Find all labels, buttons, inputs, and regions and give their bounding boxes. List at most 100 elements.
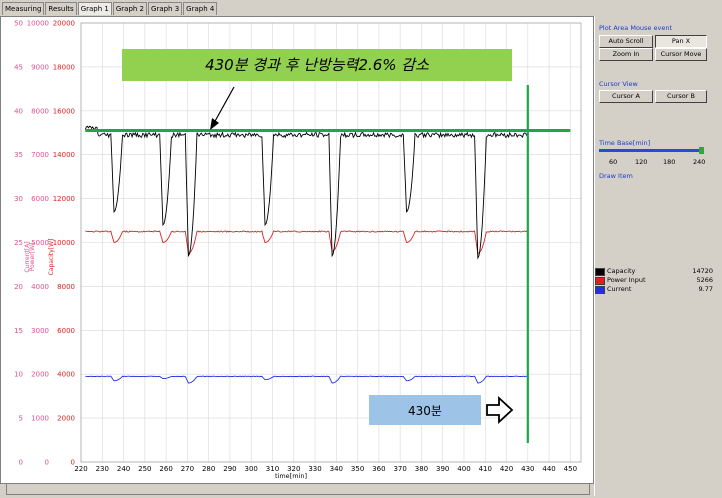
- cursor-move-button[interactable]: Cursor Move: [655, 48, 707, 61]
- y-tick-label: 4000: [57, 371, 75, 379]
- y-tick-label: 20000: [53, 20, 75, 28]
- x-tick-label: 440: [542, 465, 555, 473]
- time-base-tick: 180: [663, 158, 676, 166]
- y-tick-label: 45: [14, 63, 23, 71]
- x-tick-label: 270: [181, 465, 194, 473]
- y-tick-label: 10000: [27, 20, 49, 28]
- tab-results[interactable]: Results: [45, 2, 77, 15]
- y-tick-label: 16000: [53, 107, 75, 115]
- annotation-box-text: 430분: [408, 404, 442, 418]
- cursor-view-title: Cursor View: [599, 80, 638, 88]
- tab-measuring[interactable]: Measuring: [2, 2, 45, 15]
- legend-item-capacity[interactable]: Capacity 14720: [595, 267, 715, 276]
- x-tick-label: 330: [308, 465, 321, 473]
- y-tick-label: 8000: [31, 107, 49, 115]
- y-tick-label: 25: [14, 239, 23, 247]
- zoom-in-button[interactable]: Zoom In: [599, 48, 653, 61]
- time-base-title: Time Base[min]: [599, 139, 651, 147]
- series-line-capacity: [84, 125, 529, 260]
- x-tick-label: 300: [245, 465, 258, 473]
- x-tick-label: 350: [351, 465, 364, 473]
- annotation-arrow-head: [210, 118, 219, 130]
- y-tick-label: 6000: [31, 195, 49, 203]
- y-axis-title: Capacity[W]: [48, 239, 55, 276]
- y-tick-label: 9000: [31, 63, 49, 71]
- draw-item-title: Draw Item: [599, 172, 633, 180]
- y-tick-label: 8000: [57, 283, 75, 291]
- y-tick-label: 3000: [31, 327, 49, 335]
- y-tick-label: 6000: [57, 327, 75, 335]
- y-tick-label: 18000: [53, 63, 75, 71]
- y-tick-label: 2000: [57, 415, 75, 423]
- right-panel: Plot Area Mouse event Auto Scroll Pan X …: [594, 16, 721, 496]
- y-tick-label: 35: [14, 151, 23, 159]
- auto-scroll-button[interactable]: Auto Scroll: [599, 35, 653, 48]
- graph-tabs: Measuring Results Graph 1 Graph 2 Graph …: [2, 2, 218, 16]
- legend-name: Current: [607, 285, 632, 293]
- legend-value: 14720: [692, 267, 713, 275]
- status-bar: [6, 483, 590, 495]
- chart-svg: 0510152025303540455001000200030004000500…: [14, 20, 582, 480]
- legend-name: Capacity: [607, 267, 636, 275]
- y-axis-title: Power[W]: [29, 243, 36, 272]
- y-tick-label: 0: [19, 459, 23, 467]
- x-tick-label: 370: [393, 465, 406, 473]
- x-tick-label: 420: [500, 465, 513, 473]
- x-tick-label: 230: [96, 465, 109, 473]
- y-tick-label: 15: [14, 327, 23, 335]
- y-tick-label: 20: [14, 283, 23, 291]
- legend-name: Power Input: [607, 276, 646, 284]
- tab-graph-1[interactable]: Graph 1: [77, 2, 112, 15]
- legend: Capacity 14720 Power Input 5266 Current …: [595, 267, 715, 294]
- x-tick-label: 240: [117, 465, 130, 473]
- mouse-event-title: Plot Area Mouse event: [599, 24, 673, 32]
- x-tick-label: 220: [74, 465, 87, 473]
- time-base-slider-thumb[interactable]: [699, 147, 704, 154]
- x-tick-label: 250: [138, 465, 151, 473]
- x-tick-label: 380: [415, 465, 428, 473]
- cursor-a-button[interactable]: Cursor A: [599, 90, 653, 103]
- tab-graph-3[interactable]: Graph 3: [148, 2, 183, 15]
- pan-x-button[interactable]: Pan X: [655, 35, 707, 48]
- series-line-current: [85, 375, 528, 384]
- x-axis-label: time[min]: [275, 472, 307, 480]
- y-tick-label: 50: [14, 20, 23, 28]
- x-tick-label: 410: [479, 465, 492, 473]
- time-base-tick: 60: [609, 158, 618, 166]
- x-tick-label: 260: [159, 465, 172, 473]
- y-tick-label: 7000: [31, 151, 49, 159]
- x-tick-label: 360: [372, 465, 385, 473]
- y-tick-label: 5: [19, 415, 23, 423]
- cursor-b-button[interactable]: Cursor B: [655, 90, 707, 103]
- y-tick-label: 10000: [53, 239, 75, 247]
- y-tick-label: 12000: [53, 195, 75, 203]
- y-tick-label: 0: [45, 459, 49, 467]
- y-tick-label: 4000: [31, 283, 49, 291]
- legend-item-current[interactable]: Current 9.77: [595, 285, 715, 294]
- x-tick-label: 340: [330, 465, 343, 473]
- x-tick-label: 280: [202, 465, 215, 473]
- x-tick-label: 450: [564, 465, 577, 473]
- y-tick-label: 40: [14, 107, 23, 115]
- y-tick-label: 30: [14, 195, 23, 203]
- y-tick-label: 14000: [53, 151, 75, 159]
- x-tick-label: 290: [223, 465, 236, 473]
- legend-item-power-input[interactable]: Power Input 5266: [595, 276, 715, 285]
- capacity-swatch: [595, 268, 605, 276]
- time-base-slider-track[interactable]: [599, 149, 703, 152]
- y-tick-label: 2000: [31, 371, 49, 379]
- x-tick-label: 390: [436, 465, 449, 473]
- annotation-arrow-line: [213, 86, 235, 124]
- plot-area[interactable]: 0 5 10 15 20 25 30 35 40 45 50 0 1000 2000 3000 4000 500…: [0, 16, 594, 484]
- tab-graph-2[interactable]: Graph 2: [112, 2, 148, 15]
- x-tick-label: 400: [457, 465, 470, 473]
- current-swatch: [595, 286, 605, 294]
- y-tick-label: 10: [14, 371, 23, 379]
- time-base-tick: 240: [693, 158, 706, 166]
- tab-graph-4[interactable]: Graph 4: [183, 2, 218, 15]
- annotation-banner-text: 430분 경과 후 난방능력2.6% 감소: [205, 56, 429, 74]
- legend-value: 5266: [696, 276, 713, 284]
- y-tick-label: 1000: [31, 415, 49, 423]
- time-base-tick: 120: [635, 158, 648, 166]
- power-input-swatch: [595, 277, 605, 285]
